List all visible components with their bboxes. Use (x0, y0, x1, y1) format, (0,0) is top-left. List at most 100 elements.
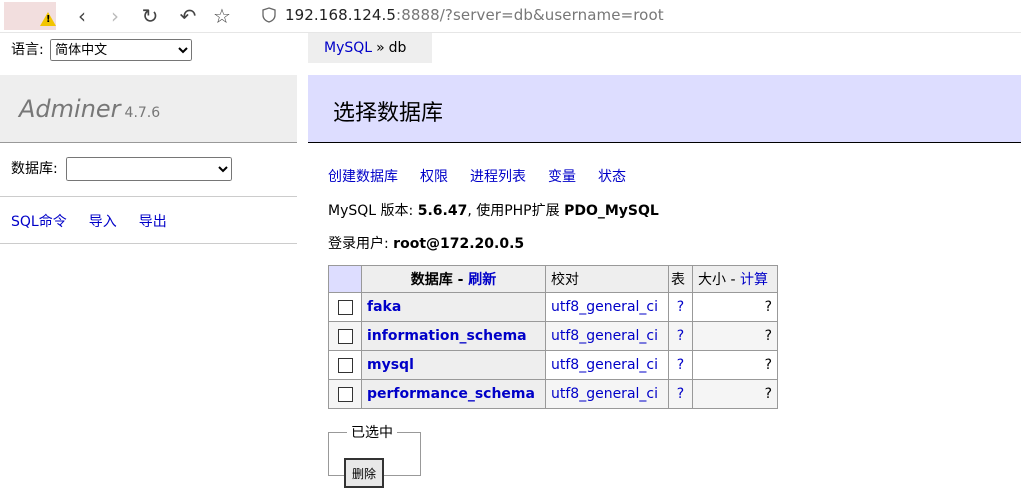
delete-button[interactable]: 删除 (344, 458, 384, 488)
collation-link[interactable]: utf8_general_ci (551, 299, 658, 315)
user-info: 登录用户: root@172.20.0.5 (328, 233, 524, 253)
version-info: MySQL 版本: 5.6.47, 使用PHP扩展 PDO_MySQL (328, 200, 659, 220)
database-row: 数据库: (11, 157, 233, 181)
tables-cell: ? (668, 379, 693, 409)
sql-command-link[interactable]: SQL命令 (11, 214, 67, 230)
user-value: root@172.20.0.5 (393, 236, 525, 252)
database-column-header: 数据库 - 刷新 (361, 265, 546, 293)
collation-cell: utf8_general_ci (545, 350, 669, 380)
tables-link[interactable]: ? (677, 299, 684, 315)
database-name-cell: performance_schema (361, 379, 546, 409)
reload-icon[interactable]: ↻ (138, 4, 162, 28)
database-link[interactable]: information_schema (367, 328, 527, 344)
sidebar-divider (0, 196, 297, 197)
database-column-label: 数据库 (410, 272, 453, 288)
tables-column-header: 表 (668, 265, 693, 293)
breadcrumb-server-link[interactable]: MySQL (324, 40, 372, 56)
size-cell: ? (692, 321, 778, 351)
privileges-link[interactable]: 权限 (420, 169, 448, 185)
database-select[interactable] (66, 157, 233, 181)
collation-cell: utf8_general_ci (545, 321, 669, 351)
user-label: 登录用户: (328, 236, 389, 252)
process-list-link[interactable]: 进程列表 (470, 169, 526, 185)
collation-link[interactable]: utf8_general_ci (551, 328, 658, 344)
refresh-link[interactable]: 刷新 (468, 272, 496, 288)
browser-toolbar: ! ‹ › ↻ ↶ ☆ 192.168.124.5:8888/?server=d… (0, 0, 1021, 33)
tables-link[interactable]: ? (677, 357, 684, 373)
collation-column-header: 校对 (545, 265, 669, 293)
tables-cell: ? (668, 292, 693, 322)
version-label: MySQL 版本: (328, 203, 414, 219)
row-checkbox[interactable] (337, 328, 353, 344)
table-header-row: 数据库 - 刷新 校对 表 大小 - 计算 (328, 265, 778, 293)
row-checkbox-cell (328, 292, 362, 322)
page-header: 选择数据库 (308, 75, 1021, 143)
breadcrumb-separator: » (376, 40, 385, 56)
breadcrumb-current: db (388, 40, 407, 56)
status-link[interactable]: 状态 (598, 169, 626, 185)
database-label: 数据库: (11, 161, 58, 177)
size-cell: ? (692, 379, 778, 409)
extension-label: , 使用PHP扩展 (467, 203, 560, 219)
language-select[interactable]: 简体中文 (50, 39, 193, 61)
size-column-separator: - (726, 272, 740, 288)
database-link[interactable]: performance_schema (367, 386, 535, 402)
url-path: :8888/?server=db&username=root (396, 6, 664, 24)
selected-fieldset: 已选中 删除 (328, 422, 421, 488)
table-row: information_schema utf8_general_ci ? ? (328, 321, 778, 351)
database-link[interactable]: mysql (367, 357, 414, 373)
row-checkbox[interactable] (337, 386, 353, 402)
page-title: 选择数据库 (333, 101, 444, 126)
tab-favicon[interactable]: ! (4, 2, 56, 30)
database-name-cell: information_schema (361, 321, 546, 351)
table-row: performance_schema utf8_general_ci ? ? (328, 379, 778, 409)
collation-link[interactable]: utf8_general_ci (551, 357, 658, 373)
databases-table: 数据库 - 刷新 校对 表 大小 - 计算 faka utf8_general_… (328, 265, 778, 409)
undo-icon[interactable]: ↶ (176, 4, 200, 28)
action-links: 创建数据库 权限 进程列表 变量 状态 (328, 166, 648, 186)
sidebar-links: SQL命令 导入 导出 (11, 211, 189, 231)
brand-version: 4.7.6 (124, 105, 161, 121)
version-value: 5.6.47 (417, 203, 468, 219)
collation-link[interactable]: utf8_general_ci (551, 386, 658, 402)
star-icon[interactable]: ☆ (210, 4, 234, 28)
forward-icon[interactable]: › (103, 4, 127, 28)
select-all-header[interactable] (328, 265, 362, 293)
warning-icon: ! (40, 12, 56, 26)
extension-value: PDO_MySQL (564, 203, 659, 219)
row-checkbox-cell (328, 321, 362, 351)
brand-logo[interactable]: Adminer 4.7.6 (19, 95, 160, 123)
url-host: 192.168.124.5 (285, 6, 397, 24)
table-row: faka utf8_general_ci ? ? (328, 292, 778, 322)
row-checkbox[interactable] (337, 357, 353, 373)
database-link[interactable]: faka (367, 299, 401, 315)
back-icon[interactable]: ‹ (70, 4, 94, 28)
row-checkbox-cell (328, 350, 362, 380)
database-name-cell: faka (361, 292, 546, 322)
size-cell: ? (692, 350, 778, 380)
row-checkbox-cell (328, 379, 362, 409)
language-row: 语言: 简体中文 (11, 39, 193, 61)
breadcrumb: MySQL» db (308, 33, 432, 63)
export-link[interactable]: 导出 (139, 214, 167, 230)
tables-link[interactable]: ? (677, 386, 684, 402)
tables-cell: ? (668, 350, 693, 380)
tables-link[interactable]: ? (677, 328, 684, 344)
row-checkbox[interactable] (337, 299, 353, 315)
size-column-header: 大小 - 计算 (692, 265, 778, 293)
table-row: mysql utf8_general_ci ? ? (328, 350, 778, 380)
size-cell: ? (692, 292, 778, 322)
database-name-cell: mysql (361, 350, 546, 380)
address-bar[interactable]: 192.168.124.5:8888/?server=db&username=r… (285, 6, 664, 24)
create-database-link[interactable]: 创建数据库 (328, 169, 398, 185)
brand-header: Adminer 4.7.6 (0, 75, 297, 143)
compute-link[interactable]: 计算 (740, 272, 768, 288)
brand-name: Adminer (19, 95, 121, 123)
import-link[interactable]: 导入 (89, 214, 117, 230)
size-column-label: 大小 (698, 272, 726, 288)
language-label: 语言: (11, 42, 44, 58)
collation-cell: utf8_general_ci (545, 292, 669, 322)
shield-icon[interactable] (262, 7, 276, 23)
collation-cell: utf8_general_ci (545, 379, 669, 409)
variables-link[interactable]: 变量 (548, 169, 576, 185)
